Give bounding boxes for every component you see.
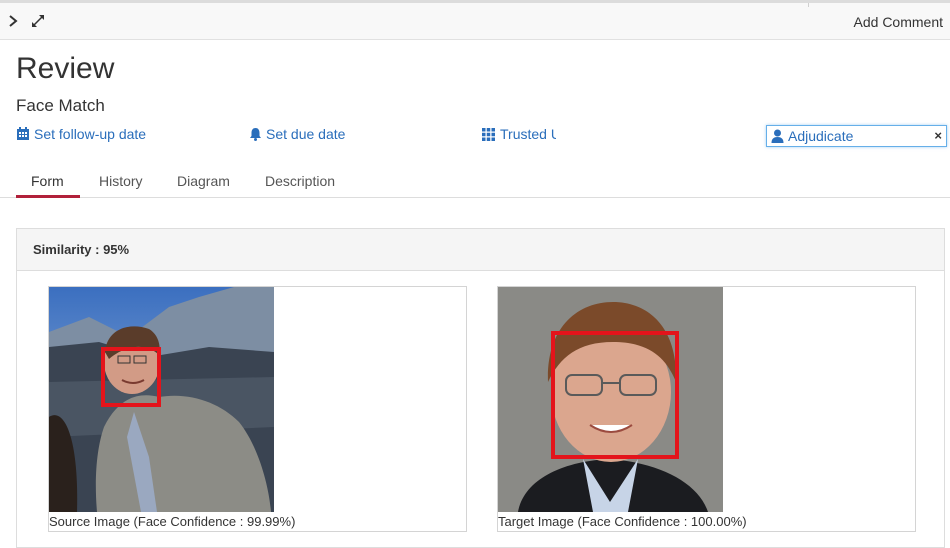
task-tabs: Form History Diagram Description [0,160,950,198]
active-tab-indicator [16,195,80,198]
top-toolbar: Add Comment [0,0,950,40]
tab-form[interactable]: Form [31,173,64,189]
candidate-group-link[interactable]: Trusted Users [482,126,556,142]
target-image-card: Target Image (Face Confidence : 100.00%) [497,286,916,532]
form-panel: Similarity : 95% Source Image (Face Conf… [16,228,945,548]
tab-diagram[interactable]: Diagram [177,173,230,189]
task-name: Face Match [16,96,105,115]
page-title: Review [16,52,115,85]
tab-history[interactable]: History [99,173,143,189]
set-follow-up-date-link[interactable]: Set follow-up date [16,126,146,142]
panel-header: Similarity : 95% [17,229,944,271]
assignee-label: Adjudicate [788,128,854,144]
candidate-group-label: Trusted Users [500,126,556,142]
toolbar-divider [808,3,809,7]
target-image-caption: Target Image (Face Confidence : 100.00%) [498,514,747,529]
due-date-label: Set due date [266,126,346,142]
source-image [49,287,274,512]
target-image [498,287,723,512]
similarity-score: Similarity : 95% [33,242,130,257]
assignee-field[interactable]: Adjudicate × [766,125,947,147]
clear-assignee-button[interactable]: × [934,128,942,143]
user-icon [771,129,784,143]
tab-description[interactable]: Description [265,173,335,189]
calendar-icon [16,127,30,141]
source-image-caption: Source Image (Face Confidence : 99.99%) [49,514,296,529]
bell-icon [249,127,262,141]
add-comment-button[interactable]: Add Comment [854,14,943,30]
source-image-card: Source Image (Face Confidence : 99.99%) [48,286,467,532]
grid-icon [482,127,495,141]
set-due-date-link[interactable]: Set due date [249,126,345,142]
chevron-right-icon[interactable] [6,13,20,29]
follow-up-label: Set follow-up date [34,126,147,142]
expand-arrows-icon[interactable] [30,13,46,29]
